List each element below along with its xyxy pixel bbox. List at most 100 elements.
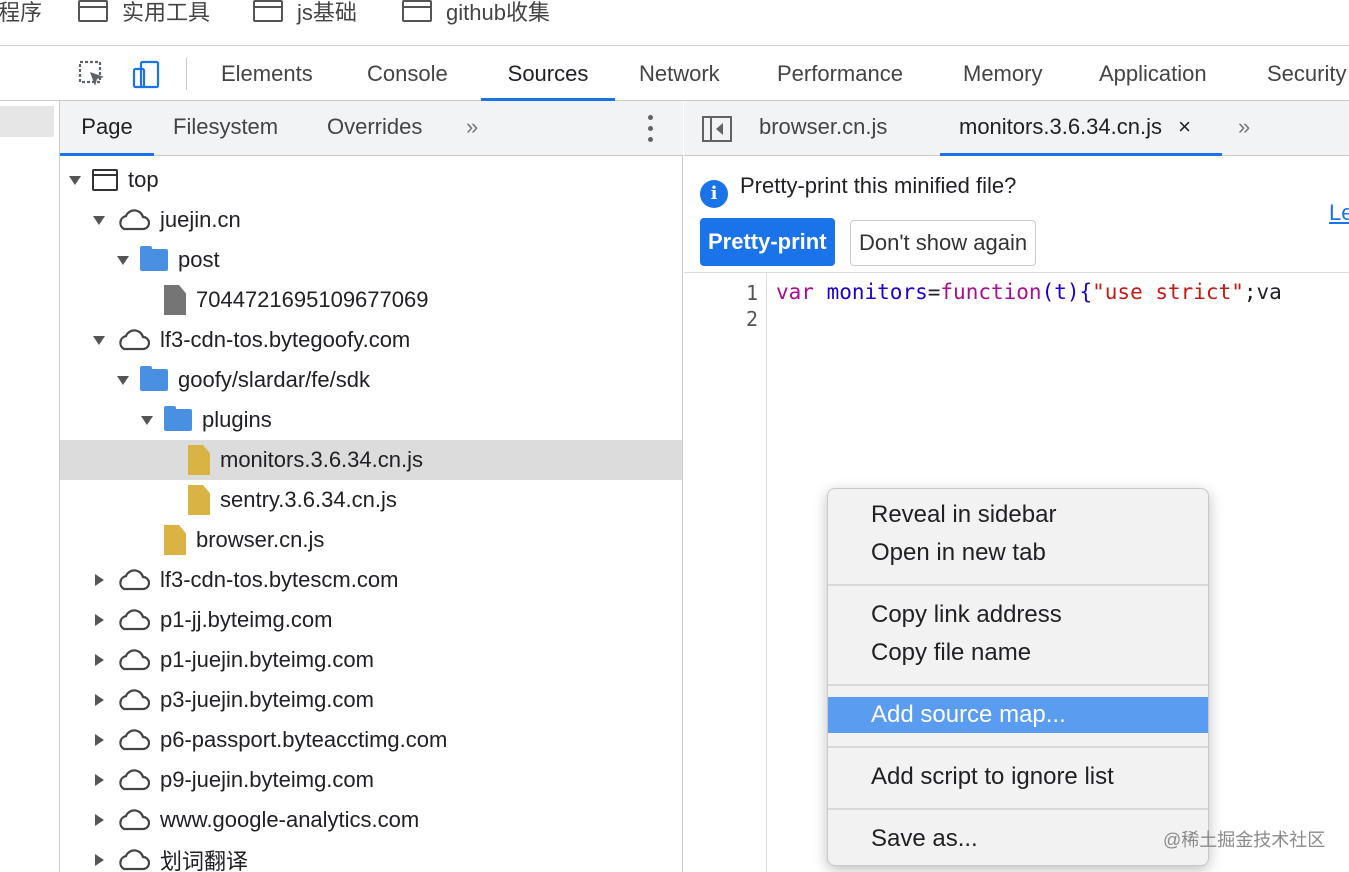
menu-item-save-as[interactable]: Save as...	[828, 821, 1208, 857]
menu-item-open-in-new-tab[interactable]: Open in new tab	[828, 535, 1208, 571]
tab-filesystem[interactable]: Filesystem	[173, 101, 278, 156]
expand-arrow-icon[interactable]	[140, 413, 154, 427]
expand-arrow-icon[interactable]	[92, 333, 106, 347]
tab-performance[interactable]: Performance	[777, 46, 903, 101]
code-line-1[interactable]: var monitors=function(t){"use strict";va	[776, 280, 1282, 304]
tab-elements[interactable]: Elements	[221, 46, 313, 101]
menu-item-copy-link-address[interactable]: Copy link address	[828, 597, 1208, 633]
tab-memory[interactable]: Memory	[963, 46, 1042, 101]
tab-sources[interactable]: Sources	[481, 46, 615, 101]
tree-item[interactable]: 7044721695109677069	[60, 280, 682, 320]
tree-item[interactable]: p6-passport.byteacctimg.com	[60, 720, 682, 760]
tree-item-label: plugins	[202, 407, 272, 432]
bookmark-label: 程序	[0, 0, 43, 25]
tree-item[interactable]: p1-juejin.byteimg.com	[60, 640, 682, 680]
tree-item[interactable]: sentry.3.6.34.cn.js	[60, 480, 682, 520]
more-tabs-button[interactable]: »	[466, 101, 478, 156]
info-icon: i	[700, 180, 728, 208]
tree-item[interactable]: top	[60, 160, 682, 200]
line-number-gutter: 1 2	[684, 273, 767, 872]
collapse-arrow-icon[interactable]	[92, 693, 106, 707]
tree-item[interactable]: p3-juejin.byteimg.com	[60, 680, 682, 720]
tree-item[interactable]: juejin.cn	[60, 200, 682, 240]
tree-item[interactable]: lf3-cdn-tos.bytegoofy.com	[60, 320, 682, 360]
bookmarks-bar: 程序 实用工具 js基础 github收集	[0, 0, 1349, 46]
collapse-arrow-icon[interactable]	[92, 773, 106, 787]
cloud-icon	[116, 769, 151, 791]
collapse-arrow-icon[interactable]	[92, 733, 106, 747]
tree-item-label: top	[128, 167, 159, 192]
tree-item-label: lf3-cdn-tos.bytegoofy.com	[160, 327, 411, 352]
devtools-toolbar: Elements Console Sources Network Perform…	[0, 46, 1349, 101]
tree-item-label: monitors.3.6.34.cn.js	[220, 447, 423, 472]
tree-item-label: p9-juejin.byteimg.com	[160, 767, 374, 792]
tree-item[interactable]: post	[60, 240, 682, 280]
tree-item[interactable]: p9-juejin.byteimg.com	[60, 760, 682, 800]
tree-item[interactable]: plugins	[60, 400, 682, 440]
tree-item[interactable]: lf3-cdn-tos.bytescm.com	[60, 560, 682, 600]
bookmark-item-partial[interactable]: 程序	[0, 0, 42, 26]
editor-tab-label: monitors.3.6.34.cn.js	[959, 114, 1162, 139]
learn-more-link[interactable]: Le	[1329, 200, 1349, 226]
drawer-selected-item[interactable]	[0, 106, 54, 137]
inspect-element-icon[interactable]	[78, 60, 108, 90]
tree-item[interactable]: browser.cn.js	[60, 520, 682, 560]
close-tab-icon[interactable]: ×	[1178, 114, 1191, 139]
expand-arrow-icon[interactable]	[92, 213, 106, 227]
collapse-arrow-icon[interactable]	[92, 653, 106, 667]
navigator-menu-icon[interactable]	[647, 115, 653, 142]
tree-item[interactable]: www.google-analytics.com	[60, 800, 682, 840]
menu-item-add-to-ignore-list[interactable]: Add script to ignore list	[828, 759, 1208, 795]
tree-item-label: 7044721695109677069	[196, 287, 429, 312]
tab-security[interactable]: Security	[1267, 46, 1349, 101]
tree-item[interactable]: monitors.3.6.34.cn.js	[60, 440, 682, 480]
expand-arrow-icon[interactable]	[116, 253, 130, 267]
tab-console[interactable]: Console	[367, 46, 448, 101]
frame-icon	[92, 169, 118, 191]
menu-item-add-source-map[interactable]: Add source map...	[828, 697, 1208, 733]
expand-arrow-icon[interactable]	[116, 373, 130, 387]
menu-item-reveal-in-sidebar[interactable]: Reveal in sidebar	[828, 497, 1208, 533]
collapse-arrow-icon[interactable]	[92, 813, 106, 827]
editor-tab-monitors[interactable]: monitors.3.6.34.cn.js ×	[940, 101, 1222, 156]
tab-network[interactable]: Network	[639, 46, 720, 101]
navigator-tabbar: Page Filesystem Overrides »	[60, 101, 683, 156]
bookmark-folder-github[interactable]: github收集	[402, 0, 550, 26]
pretty-print-button[interactable]: Pretty-print	[700, 218, 835, 266]
infobar-message: Pretty-print this minified file?	[740, 173, 1017, 198]
collapse-arrow-icon[interactable]	[92, 613, 106, 627]
device-toolbar-icon[interactable]	[131, 60, 161, 90]
tree-item-label: www.google-analytics.com	[160, 807, 420, 832]
folder-icon	[402, 0, 432, 22]
tree-item[interactable]: goofy/slardar/fe/sdk	[60, 360, 682, 400]
code-operator: =	[927, 280, 941, 304]
code-string: "use strict"	[1092, 280, 1244, 304]
tree-item-label: post	[178, 247, 220, 272]
folder-icon	[164, 406, 192, 431]
toggle-navigator-icon[interactable]	[702, 116, 732, 142]
bookmark-folder-tools[interactable]: 实用工具	[78, 0, 210, 26]
cloud-icon	[116, 329, 151, 351]
collapse-arrow-icon[interactable]	[92, 853, 106, 867]
file-icon	[164, 285, 186, 315]
tree-item[interactable]: 划词翻译	[60, 840, 682, 872]
editor-tab-browser[interactable]: browser.cn.js	[759, 101, 887, 156]
code-keyword: var	[776, 280, 814, 304]
collapse-arrow-icon[interactable]	[92, 573, 106, 587]
tree-item-label: p1-jj.byteimg.com	[160, 607, 333, 632]
expand-arrow-icon[interactable]	[68, 173, 82, 187]
dont-show-again-button[interactable]: Don't show again	[850, 220, 1037, 266]
tree-item-label: goofy/slardar/fe/sdk	[178, 367, 370, 392]
more-editor-tabs-button[interactable]: »	[1238, 101, 1250, 156]
tab-page[interactable]: Page	[60, 101, 154, 156]
tree-item[interactable]: p1-jj.byteimg.com	[60, 600, 682, 640]
tab-application[interactable]: Application	[1099, 46, 1207, 101]
tab-overrides[interactable]: Overrides	[327, 101, 422, 156]
menu-item-copy-file-name[interactable]: Copy file name	[828, 635, 1208, 671]
menu-separator	[828, 584, 1208, 586]
bookmark-folder-js[interactable]: js基础	[253, 0, 357, 26]
